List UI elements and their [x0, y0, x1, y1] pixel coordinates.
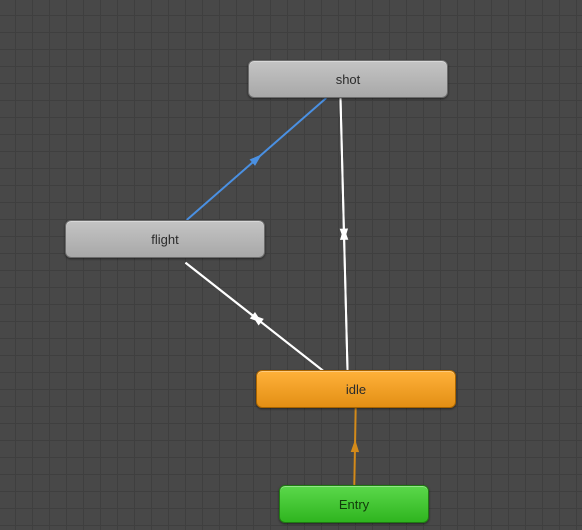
transition-edge[interactable] [185, 263, 328, 375]
state-node-entry[interactable]: Entry [279, 485, 429, 523]
transition-edge[interactable] [185, 263, 328, 375]
transition-edge[interactable] [187, 98, 327, 220]
animator-graph-canvas[interactable]: shot flight idle Entry [0, 0, 582, 530]
transition-arrowhead-icon [351, 440, 359, 453]
transition-arrowhead-icon [251, 314, 264, 325]
transition-arrowhead-icon [340, 228, 348, 241]
transition-arrowhead-icon [340, 227, 348, 240]
state-label: flight [151, 233, 178, 246]
transition-arrowhead-icon [250, 154, 262, 165]
transition-edge[interactable] [340, 98, 347, 370]
state-node-flight[interactable]: flight [65, 220, 265, 258]
state-label: shot [336, 73, 361, 86]
state-node-idle[interactable]: idle [256, 370, 456, 408]
transition-edge[interactable] [354, 408, 355, 485]
state-label: idle [346, 383, 366, 396]
state-label: Entry [339, 498, 369, 511]
state-node-shot[interactable]: shot [248, 60, 448, 98]
transition-edge[interactable] [340, 98, 347, 370]
transition-arrowhead-icon [250, 312, 263, 323]
